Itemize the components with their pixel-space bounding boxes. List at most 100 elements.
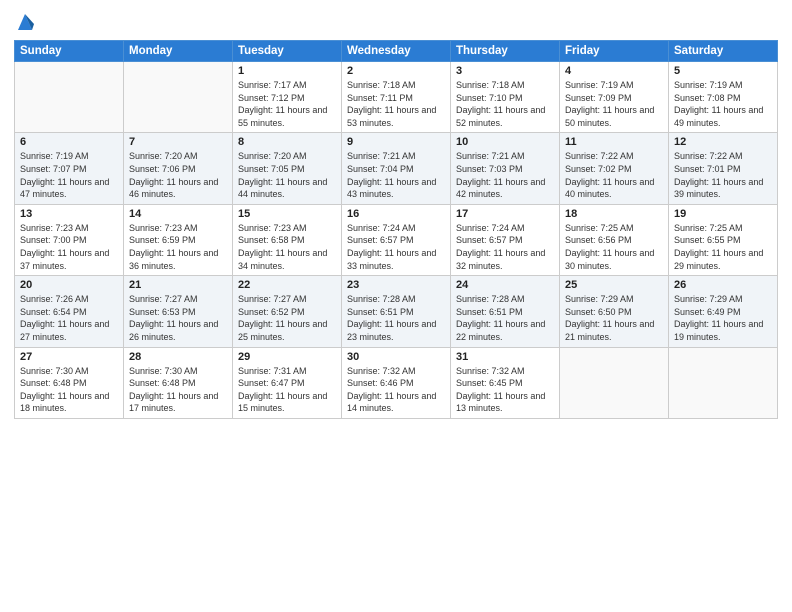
day-info: Sunrise: 7:28 AM Sunset: 6:51 PM Dayligh…	[347, 293, 445, 343]
table-row: 17 Sunrise: 7:24 AM Sunset: 6:57 PM Dayli…	[451, 204, 560, 275]
table-row: 25 Sunrise: 7:29 AM Sunset: 6:50 PM Dayli…	[560, 276, 669, 347]
day-number: 31	[456, 351, 554, 363]
day-info: Sunrise: 7:18 AM Sunset: 7:11 PM Dayligh…	[347, 79, 445, 129]
day-number: 23	[347, 279, 445, 291]
header	[14, 10, 778, 32]
day-number: 29	[238, 351, 336, 363]
day-info: Sunrise: 7:29 AM Sunset: 6:49 PM Dayligh…	[674, 293, 772, 343]
day-info: Sunrise: 7:23 AM Sunset: 6:59 PM Dayligh…	[129, 222, 227, 272]
day-number: 26	[674, 279, 772, 291]
table-row: 27 Sunrise: 7:30 AM Sunset: 6:48 PM Dayli…	[15, 347, 124, 418]
calendar-row: 27 Sunrise: 7:30 AM Sunset: 6:48 PM Dayli…	[15, 347, 778, 418]
day-info: Sunrise: 7:27 AM Sunset: 6:53 PM Dayligh…	[129, 293, 227, 343]
weekday-header-row: Sunday Monday Tuesday Wednesday Thursday…	[15, 41, 778, 62]
table-row: 20 Sunrise: 7:26 AM Sunset: 6:54 PM Dayli…	[15, 276, 124, 347]
day-info: Sunrise: 7:29 AM Sunset: 6:50 PM Dayligh…	[565, 293, 663, 343]
logo	[14, 10, 34, 32]
day-info: Sunrise: 7:32 AM Sunset: 6:46 PM Dayligh…	[347, 365, 445, 415]
day-number: 1	[238, 65, 336, 77]
day-number: 17	[456, 208, 554, 220]
header-tuesday: Tuesday	[233, 41, 342, 62]
header-thursday: Thursday	[451, 41, 560, 62]
table-row	[15, 62, 124, 133]
table-row: 15 Sunrise: 7:23 AM Sunset: 6:58 PM Dayli…	[233, 204, 342, 275]
page: Sunday Monday Tuesday Wednesday Thursday…	[0, 0, 792, 612]
header-saturday: Saturday	[669, 41, 778, 62]
table-row: 8 Sunrise: 7:20 AM Sunset: 7:05 PM Daylig…	[233, 133, 342, 204]
day-info: Sunrise: 7:24 AM Sunset: 6:57 PM Dayligh…	[456, 222, 554, 272]
day-number: 20	[20, 279, 118, 291]
day-number: 6	[20, 136, 118, 148]
day-number: 13	[20, 208, 118, 220]
day-number: 15	[238, 208, 336, 220]
header-friday: Friday	[560, 41, 669, 62]
table-row: 12 Sunrise: 7:22 AM Sunset: 7:01 PM Dayli…	[669, 133, 778, 204]
day-number: 12	[674, 136, 772, 148]
day-number: 8	[238, 136, 336, 148]
day-info: Sunrise: 7:20 AM Sunset: 7:05 PM Dayligh…	[238, 150, 336, 200]
table-row	[669, 347, 778, 418]
day-info: Sunrise: 7:19 AM Sunset: 7:07 PM Dayligh…	[20, 150, 118, 200]
day-info: Sunrise: 7:22 AM Sunset: 7:01 PM Dayligh…	[674, 150, 772, 200]
day-number: 4	[565, 65, 663, 77]
day-info: Sunrise: 7:17 AM Sunset: 7:12 PM Dayligh…	[238, 79, 336, 129]
table-row: 19Sunrise: 7:25 AM Sunset: 6:55 PM Dayli…	[669, 204, 778, 275]
day-number: 21	[129, 279, 227, 291]
table-row: 6 Sunrise: 7:19 AM Sunset: 7:07 PM Daylig…	[15, 133, 124, 204]
table-row: 28Sunrise: 7:30 AM Sunset: 6:48 PM Dayli…	[124, 347, 233, 418]
day-info: Sunrise: 7:32 AM Sunset: 6:45 PM Dayligh…	[456, 365, 554, 415]
table-row: 9 Sunrise: 7:21 AM Sunset: 7:04 PM Daylig…	[342, 133, 451, 204]
day-number: 11	[565, 136, 663, 148]
day-info: Sunrise: 7:19 AM Sunset: 7:08 PM Dayligh…	[674, 79, 772, 129]
day-number: 14	[129, 208, 227, 220]
day-number: 16	[347, 208, 445, 220]
table-row: 11 Sunrise: 7:22 AM Sunset: 7:02 PM Dayli…	[560, 133, 669, 204]
table-row: 13 Sunrise: 7:23 AM Sunset: 7:00 PM Dayli…	[15, 204, 124, 275]
table-row: 14 Sunrise: 7:23 AM Sunset: 6:59 PM Dayli…	[124, 204, 233, 275]
day-info: Sunrise: 7:21 AM Sunset: 7:04 PM Dayligh…	[347, 150, 445, 200]
day-number: 24	[456, 279, 554, 291]
table-row: 3 Sunrise: 7:18 AM Sunset: 7:10 PM Daylig…	[451, 62, 560, 133]
table-row: 31 Sunrise: 7:32 AM Sunset: 6:45 PM Dayli…	[451, 347, 560, 418]
day-number: 18	[565, 208, 663, 220]
table-row: 1 Sunrise: 7:17 AM Sunset: 7:12 PM Daylig…	[233, 62, 342, 133]
day-number: 25	[565, 279, 663, 291]
header-sunday: Sunday	[15, 41, 124, 62]
day-number: 19	[674, 208, 772, 220]
day-info: Sunrise: 7:30 AM Sunset: 6:48 PM Dayligh…	[129, 365, 227, 415]
table-row	[560, 347, 669, 418]
day-info: Sunrise: 7:31 AM Sunset: 6:47 PM Dayligh…	[238, 365, 336, 415]
day-info: Sunrise: 7:30 AM Sunset: 6:48 PM Dayligh…	[20, 365, 118, 415]
table-row: 2 Sunrise: 7:18 AM Sunset: 7:11 PM Daylig…	[342, 62, 451, 133]
calendar-row: 6 Sunrise: 7:19 AM Sunset: 7:07 PM Daylig…	[15, 133, 778, 204]
day-info: Sunrise: 7:24 AM Sunset: 6:57 PM Dayligh…	[347, 222, 445, 272]
day-number: 9	[347, 136, 445, 148]
day-info: Sunrise: 7:18 AM Sunset: 7:10 PM Dayligh…	[456, 79, 554, 129]
table-row: 24Sunrise: 7:28 AM Sunset: 6:51 PM Dayli…	[451, 276, 560, 347]
table-row: 4Sunrise: 7:19 AM Sunset: 7:09 PM Daylig…	[560, 62, 669, 133]
day-number: 3	[456, 65, 554, 77]
table-row: 26 Sunrise: 7:29 AM Sunset: 6:49 PM Dayli…	[669, 276, 778, 347]
table-row: 10 Sunrise: 7:21 AM Sunset: 7:03 PM Dayli…	[451, 133, 560, 204]
day-number: 5	[674, 65, 772, 77]
day-info: Sunrise: 7:25 AM Sunset: 6:56 PM Dayligh…	[565, 222, 663, 272]
day-number: 2	[347, 65, 445, 77]
table-row	[124, 62, 233, 133]
day-number: 30	[347, 351, 445, 363]
day-info: Sunrise: 7:23 AM Sunset: 7:00 PM Dayligh…	[20, 222, 118, 272]
table-row: 30 Sunrise: 7:32 AM Sunset: 6:46 PM Dayli…	[342, 347, 451, 418]
day-number: 10	[456, 136, 554, 148]
table-row: 16 Sunrise: 7:24 AM Sunset: 6:57 PM Dayli…	[342, 204, 451, 275]
table-row: 7Sunrise: 7:20 AM Sunset: 7:06 PM Daylig…	[124, 133, 233, 204]
day-number: 27	[20, 351, 118, 363]
day-info: Sunrise: 7:22 AM Sunset: 7:02 PM Dayligh…	[565, 150, 663, 200]
table-row: 21 Sunrise: 7:27 AM Sunset: 6:53 PM Dayli…	[124, 276, 233, 347]
header-wednesday: Wednesday	[342, 41, 451, 62]
day-info: Sunrise: 7:23 AM Sunset: 6:58 PM Dayligh…	[238, 222, 336, 272]
table-row: 23 Sunrise: 7:28 AM Sunset: 6:51 PM Dayli…	[342, 276, 451, 347]
day-info: Sunrise: 7:26 AM Sunset: 6:54 PM Dayligh…	[20, 293, 118, 343]
calendar-table: Sunday Monday Tuesday Wednesday Thursday…	[14, 40, 778, 419]
day-info: Sunrise: 7:21 AM Sunset: 7:03 PM Dayligh…	[456, 150, 554, 200]
header-monday: Monday	[124, 41, 233, 62]
table-row: 22Sunrise: 7:27 AM Sunset: 6:52 PM Dayli…	[233, 276, 342, 347]
